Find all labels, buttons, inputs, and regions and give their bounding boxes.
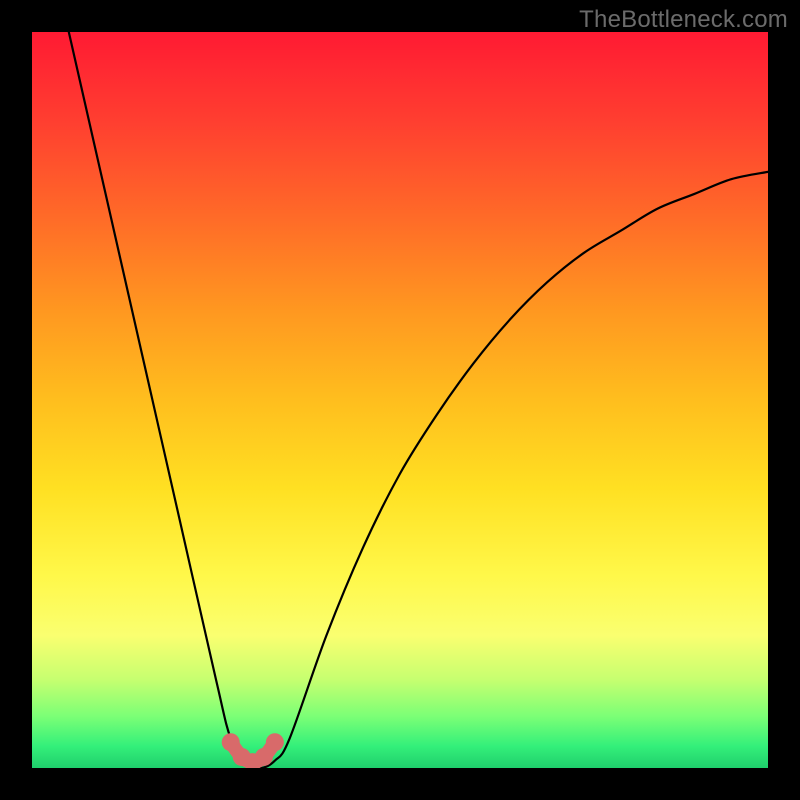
marker-dot <box>266 733 284 751</box>
watermark-text: TheBottleneck.com <box>579 6 788 34</box>
marker-dots <box>222 733 284 768</box>
chart-frame: TheBottleneck.com <box>0 0 800 800</box>
chart-svg <box>32 32 768 768</box>
marker-dot <box>255 748 273 766</box>
bottleneck-curve-path <box>69 32 768 768</box>
marker-dot <box>222 733 240 751</box>
plot-area <box>32 32 768 768</box>
